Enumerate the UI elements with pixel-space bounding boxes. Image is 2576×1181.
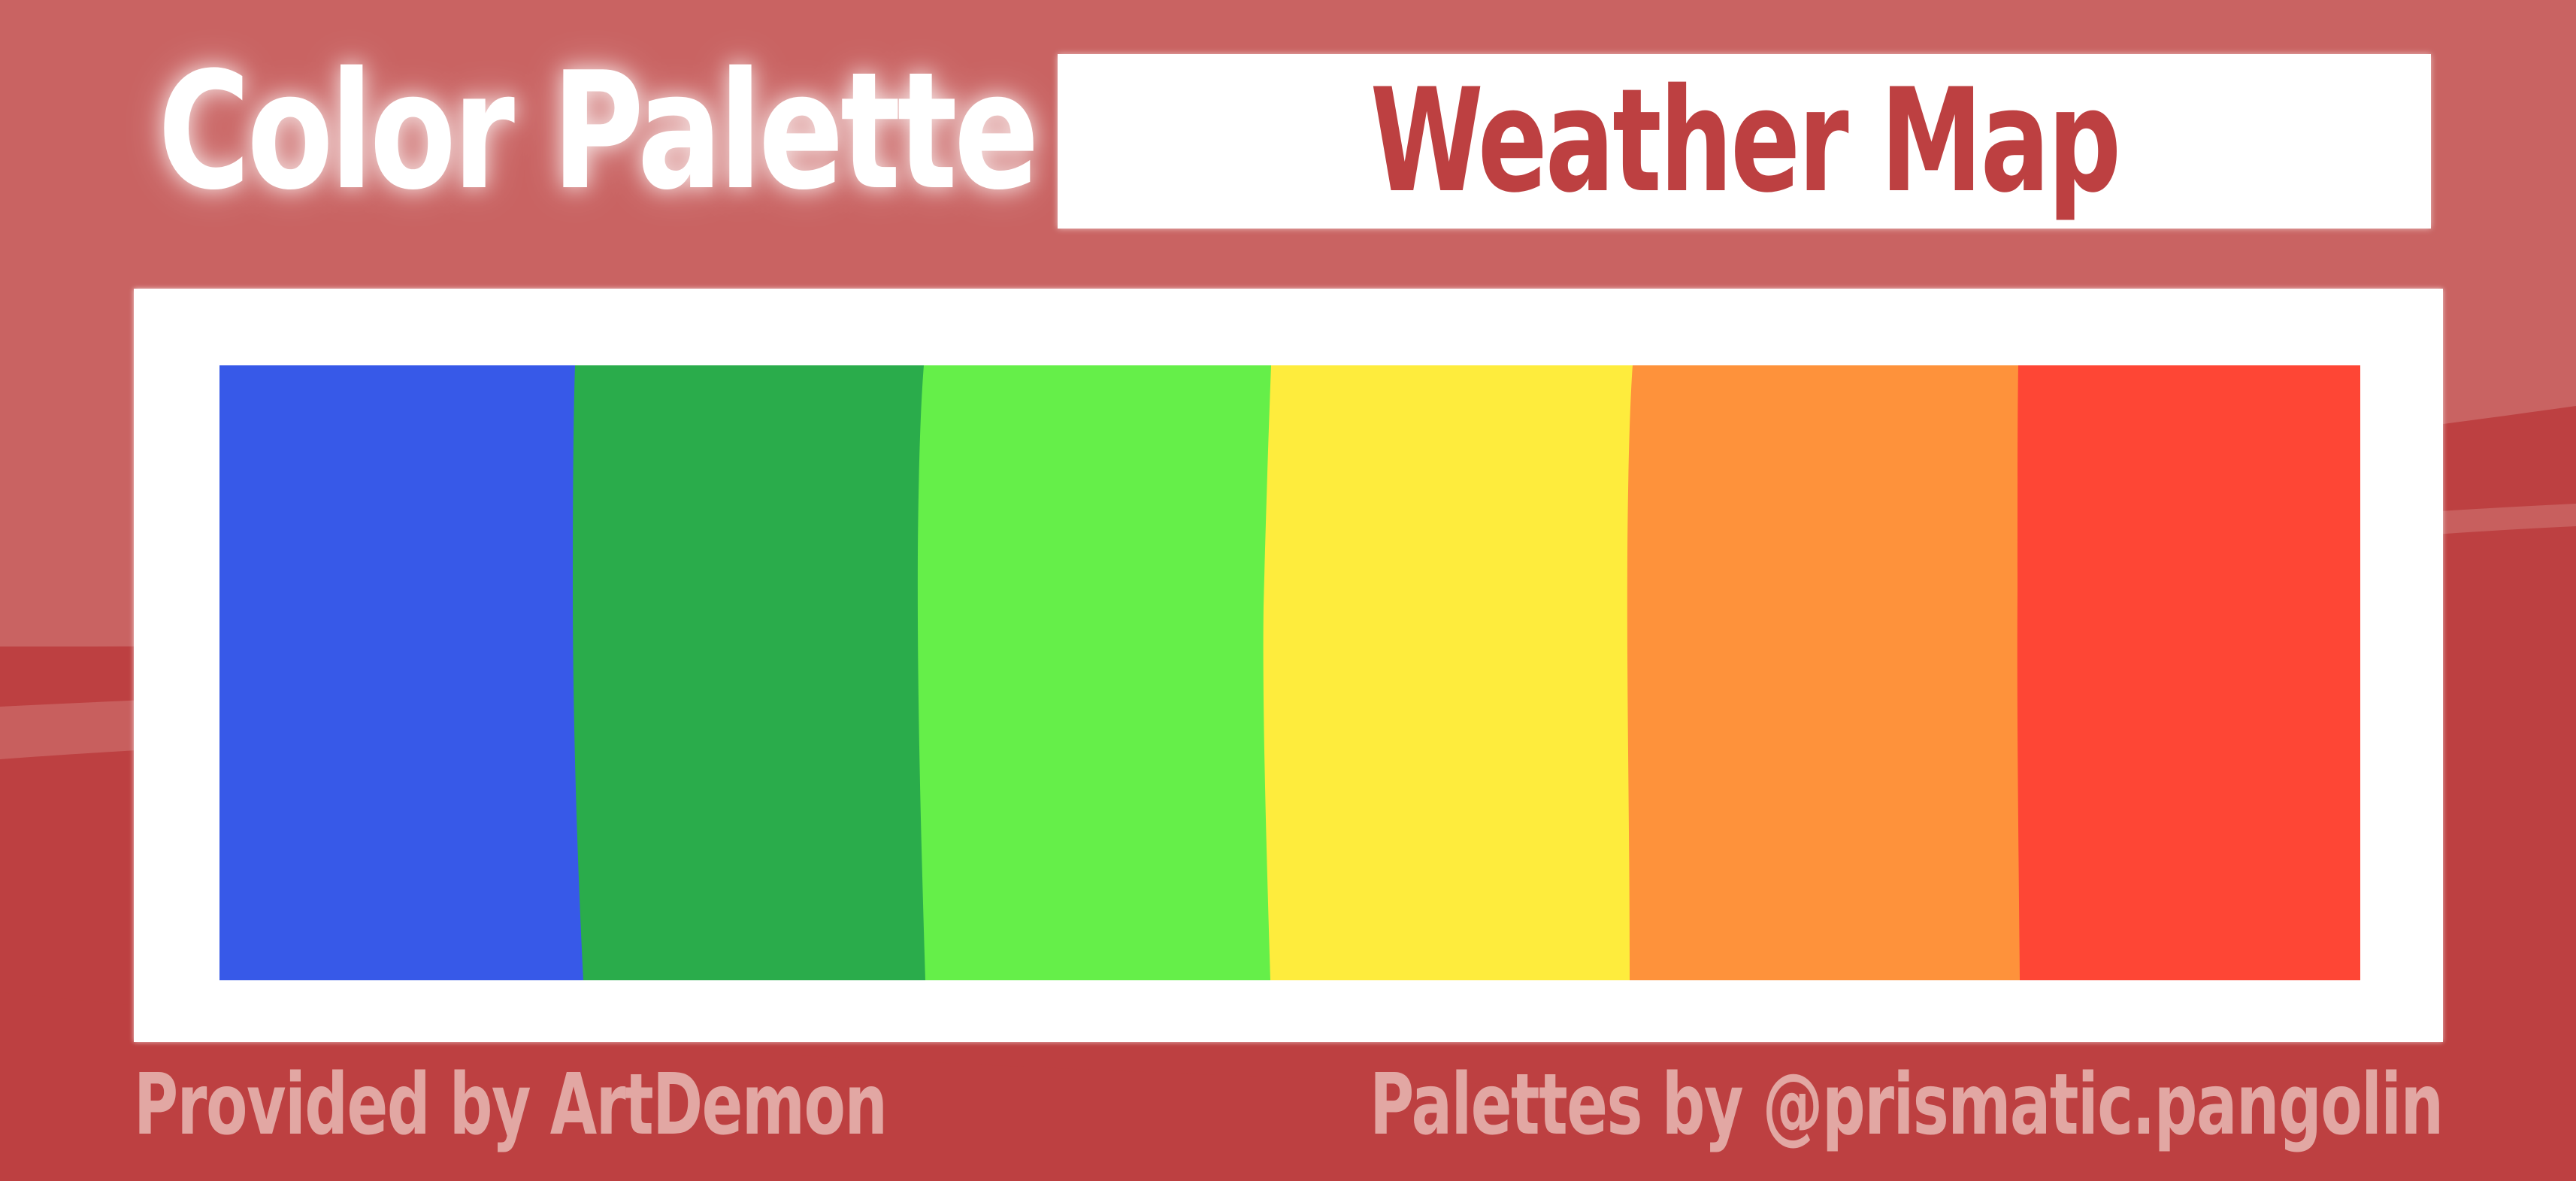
provider-credit: Provided by ArtDemon xyxy=(134,1056,888,1154)
palette-name: Weather Map xyxy=(1370,58,2120,224)
swatch-6 xyxy=(2017,365,2360,980)
palette-name-banner: Weather Map xyxy=(1058,54,2431,229)
palette-credit: Palettes by @prismatic.pangolin xyxy=(1370,1056,2444,1154)
page-title: Color Palette xyxy=(158,37,1040,226)
palette-swatches xyxy=(219,365,2360,980)
